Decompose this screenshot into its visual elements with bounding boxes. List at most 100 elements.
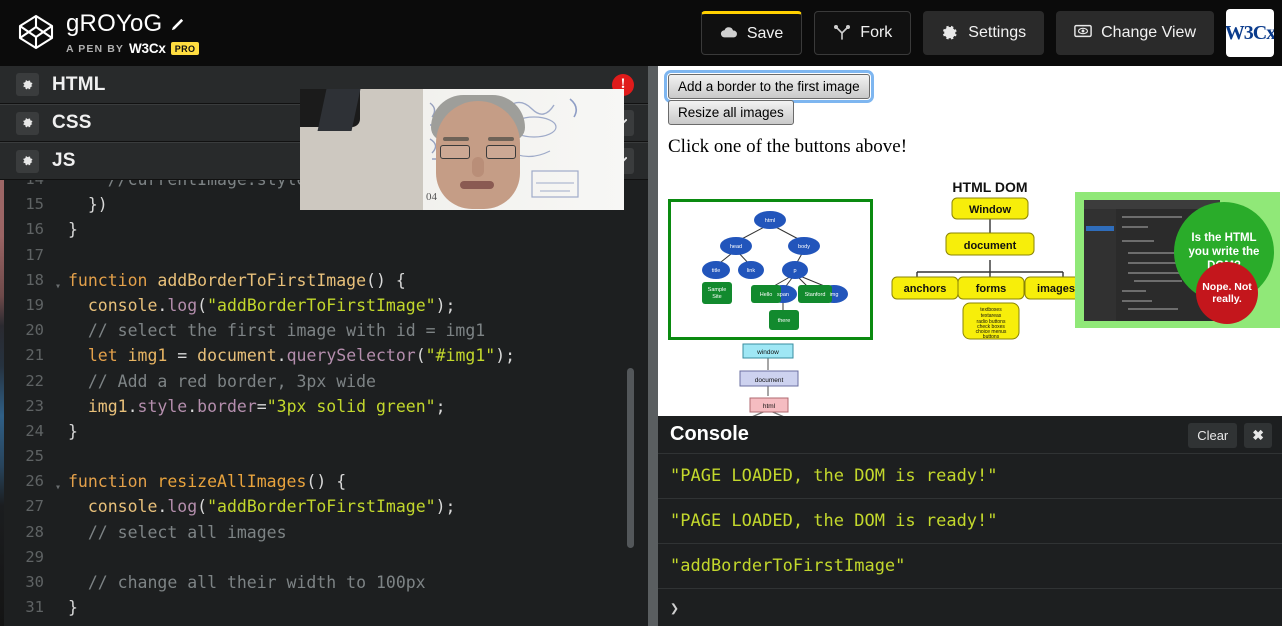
line-number: 26 — [25, 472, 44, 491]
line-number: 21 — [25, 346, 44, 365]
webcam-overlay[interactable]: 04 — [300, 89, 624, 210]
line-number: 28 — [25, 522, 44, 541]
console-pane: Console Clear ✖ "PAGE LOADED, the DOM is… — [658, 416, 1282, 626]
line-number: 20 — [25, 321, 44, 340]
dom-tree-diagram[interactable]: html head body title link p img span Sam… — [668, 199, 873, 340]
pro-badge: PRO — [170, 42, 200, 55]
clear-console-button[interactable]: Clear — [1188, 423, 1238, 448]
is-html-the-dom-image[interactable]: Is the HTML you write the DOM? Nope. Not… — [1075, 192, 1280, 328]
code-line[interactable]: 31} — [4, 595, 648, 620]
console-title: Console — [670, 423, 749, 445]
code-line[interactable]: 19 console.log("addBorderToFirstImage"); — [4, 293, 648, 318]
console-header: Console Clear ✖ — [658, 416, 1282, 454]
code-line[interactable]: 28 // select all images — [4, 520, 648, 545]
console-log-entry: "addBorderToFirstImage" — [658, 544, 1282, 589]
code-line[interactable]: 26 ▾ function resizeAllImages() { — [4, 469, 648, 494]
fold-marker[interactable]: ▾ — [52, 469, 64, 494]
console-log-list[interactable]: "PAGE LOADED, the DOM is ready!" "PAGE LO… — [658, 454, 1282, 626]
code-text: // select the first image with id = img1 — [68, 321, 486, 341]
pencil-icon[interactable] — [170, 17, 185, 32]
code-text: console.log("addBorderToFirstImage"); — [68, 497, 456, 517]
fold-marker — [52, 369, 64, 394]
code-text: img1.style.border="3px solid green"; — [68, 396, 446, 416]
code-text: // select all images — [68, 522, 287, 542]
fold-marker[interactable]: ▾ — [52, 268, 64, 293]
webcam-caption: 04 — [426, 191, 437, 203]
line-number: 18 — [25, 270, 44, 289]
close-icon[interactable]: ✖ — [1244, 423, 1272, 448]
svg-text:window: window — [756, 349, 779, 356]
gear-icon[interactable] — [16, 149, 39, 173]
code-line[interactable]: 29 — [4, 545, 648, 570]
page-title: gROYoG — [66, 10, 163, 37]
fold-marker — [52, 494, 64, 519]
line-number: 19 — [25, 295, 44, 314]
code-line[interactable]: 23 img1.style.border="3px solid green"; — [4, 394, 648, 419]
pen-brand: gROYoG A PEN BY W3Cx PRO — [0, 10, 200, 56]
settings-button[interactable]: Settings — [923, 11, 1045, 55]
html-dom-diagram[interactable]: HTML DOM Window document anchors forms i… — [890, 176, 1090, 341]
fold-marker — [52, 192, 64, 217]
preview-paragraph: Click one of the buttons above! — [668, 136, 908, 157]
code-line[interactable]: 30 // change all their width to 100px — [4, 570, 648, 595]
line-number: 15 — [25, 195, 44, 214]
code-text: } — [68, 598, 78, 618]
svg-text:Site: Site — [712, 294, 721, 300]
add-border-button[interactable]: Add a border to the first image — [664, 70, 874, 103]
line-number: 25 — [25, 447, 44, 466]
codepen-logo-icon[interactable] — [18, 14, 54, 50]
avatar[interactable]: W3Cx — [1226, 9, 1274, 57]
topbar-actions: Save Fork Settings Change View W3Cx — [700, 0, 1274, 66]
save-label: Save — [746, 25, 784, 42]
svg-text:head: head — [730, 244, 742, 250]
code-line[interactable]: 25 — [4, 444, 648, 469]
fold-marker — [52, 318, 64, 343]
code-line[interactable]: 21 let img1 = document.querySelector("#i… — [4, 343, 648, 368]
console-log-entry: "PAGE LOADED, the DOM is ready!" — [658, 499, 1282, 544]
top-bar: gROYoG A PEN BY W3Cx PRO Save Fork Setti… — [0, 0, 1282, 66]
code-line[interactable]: 18 ▾ function addBorderToFirstImage() { — [4, 268, 648, 293]
fold-marker — [52, 394, 64, 419]
svg-text:there: there — [778, 318, 791, 324]
editor-scrollbar-thumb[interactable] — [627, 368, 634, 548]
change-view-button[interactable]: Change View — [1056, 11, 1214, 55]
fold-marker — [52, 243, 64, 268]
editor-label-html: HTML — [52, 73, 106, 95]
code-lines[interactable]: 14 //currentImage.style.margin = "10px";… — [4, 180, 648, 620]
svg-text:images: images — [1037, 283, 1075, 295]
fold-marker — [52, 595, 64, 620]
save-button[interactable]: Save — [700, 11, 803, 55]
fold-marker — [52, 343, 64, 368]
console-prompt[interactable]: ❯ — [658, 589, 1282, 626]
code-line[interactable]: 22 // Add a red border, 3px wide — [4, 369, 648, 394]
code-line[interactable]: 20 // select the first image with id = i… — [4, 318, 648, 343]
resize-images-button[interactable]: Resize all images — [668, 100, 794, 125]
svg-text:document: document — [755, 377, 784, 384]
fold-marker — [52, 444, 64, 469]
fold-marker — [52, 520, 64, 545]
gear-icon[interactable] — [16, 73, 39, 96]
gear-icon[interactable] — [16, 111, 39, 135]
fork-button[interactable]: Fork — [814, 11, 912, 55]
line-number: 16 — [25, 220, 44, 239]
code-line[interactable]: 24} — [4, 419, 648, 444]
console-actions: Clear ✖ — [1188, 423, 1272, 448]
svg-text:link: link — [747, 268, 756, 274]
code-editor[interactable]: 14 //currentImage.style.margin = "10px";… — [4, 180, 648, 626]
code-text: console.log("addBorderToFirstImage"); — [68, 295, 456, 315]
pane-divider[interactable] — [648, 66, 658, 626]
webcam-brow-left — [443, 137, 469, 141]
code-line[interactable]: 27 console.log("addBorderToFirstImage"); — [4, 494, 648, 519]
code-text: } — [68, 421, 78, 441]
code-text: function resizeAllImages() { — [68, 472, 347, 492]
fold-marker — [52, 570, 64, 595]
code-line[interactable]: 17 — [4, 243, 648, 268]
byline-username[interactable]: W3Cx — [129, 41, 166, 56]
svg-text:Window: Window — [969, 204, 1011, 216]
code-line[interactable]: 16} — [4, 217, 648, 242]
svg-text:forms: forms — [976, 283, 1007, 295]
code-text: function addBorderToFirstImage() { — [68, 270, 406, 290]
cloud-icon — [720, 25, 738, 43]
